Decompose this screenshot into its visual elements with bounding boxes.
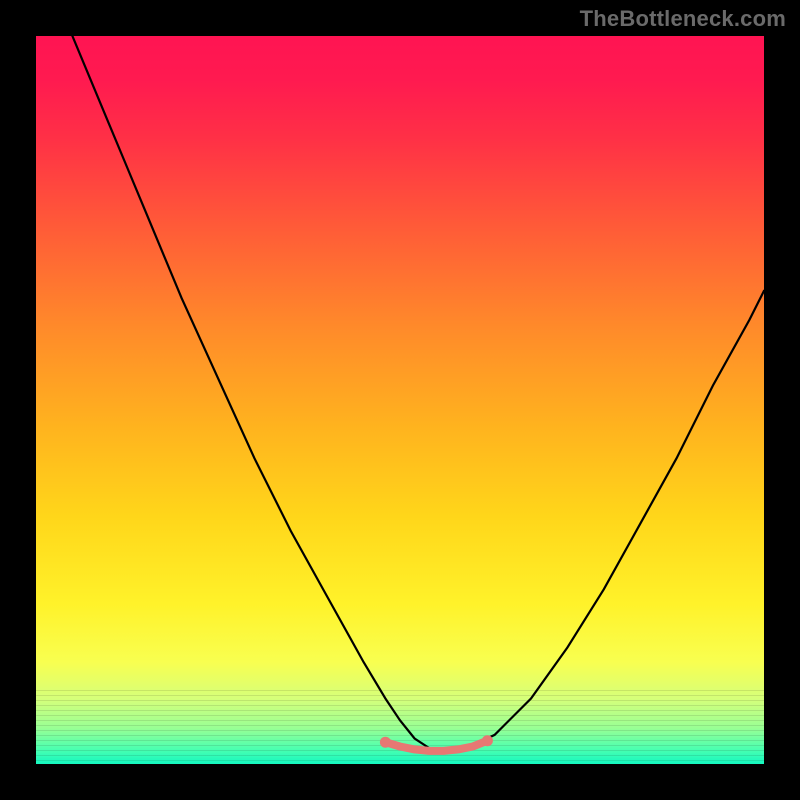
sweet-spot-end-dot — [482, 735, 493, 746]
watermark-text: TheBottleneck.com — [580, 6, 786, 32]
curve-layer — [36, 36, 764, 764]
chart-frame: TheBottleneck.com — [0, 0, 800, 800]
bottleneck-curve — [72, 36, 764, 751]
sweet-spot-marker — [385, 741, 487, 751]
plot-area — [36, 36, 764, 764]
sweet-spot-end-dot — [380, 737, 391, 748]
